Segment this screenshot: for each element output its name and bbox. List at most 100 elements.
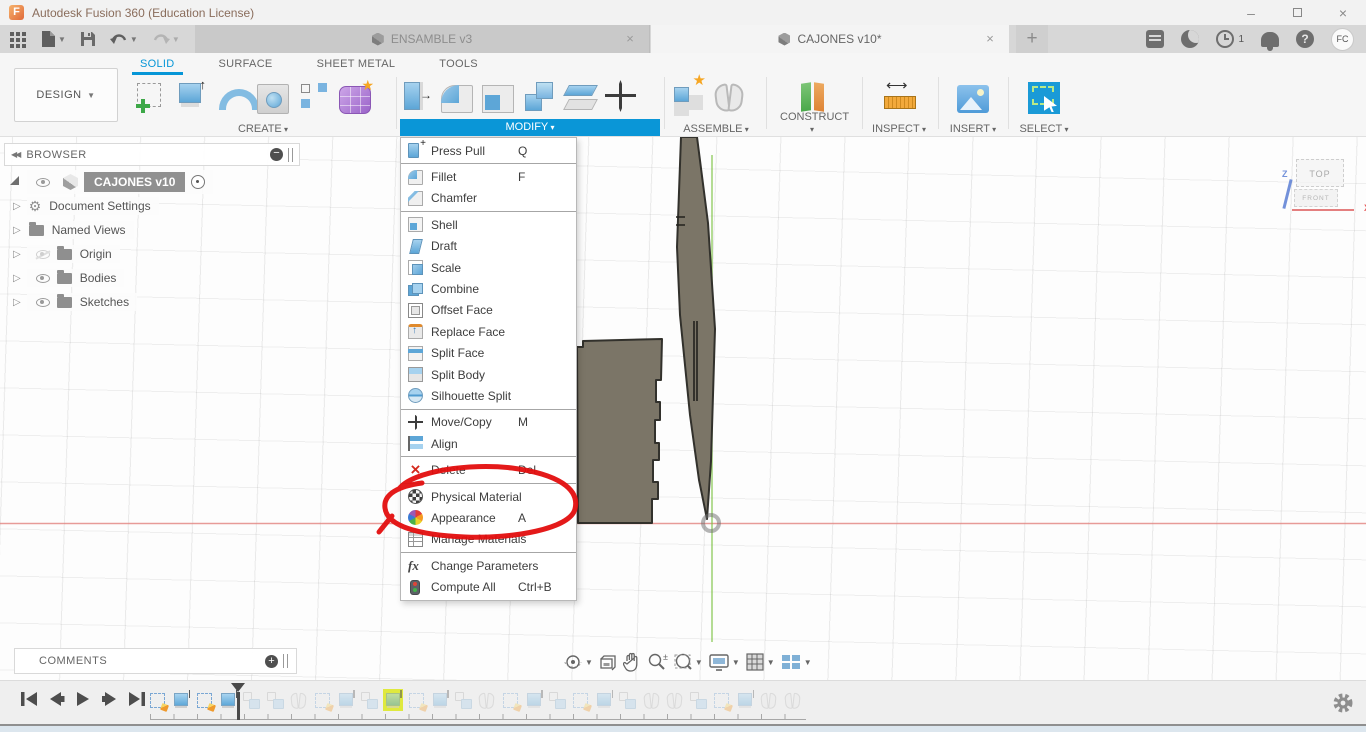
document-tab-cajones[interactable]: CAJONES v10* × — [651, 25, 1009, 53]
timeline-feature[interactable] — [266, 689, 286, 711]
tab-tools[interactable]: TOOLS — [439, 58, 478, 74]
collapsed-arrow-icon[interactable]: ▷ — [13, 273, 21, 284]
panel-grip[interactable] — [283, 654, 288, 668]
tab-sheet-metal[interactable]: SHEET METAL — [317, 58, 396, 74]
menu-item[interactable]: Chamfer — [401, 188, 576, 209]
construct-group-label[interactable]: CONSTRUCT — [780, 111, 849, 135]
inspect-group-label[interactable]: INSPECT — [868, 123, 930, 135]
tab-close-icon[interactable]: × — [983, 31, 997, 46]
body-drawer-panel[interactable] — [576, 338, 663, 524]
viewport-canvas[interactable]: TOP FRONT Z X ◀◀ BROWSER − CA — [0, 137, 1366, 680]
menu-item[interactable]: Fillet F — [401, 166, 576, 187]
display-settings-button[interactable]: ▼ — [708, 652, 740, 672]
hole-icon[interactable] — [257, 83, 289, 114]
tab-solid[interactable]: SOLID — [132, 58, 182, 75]
orbit-button[interactable]: ▼ — [563, 652, 593, 672]
view-cube-front-face[interactable]: FRONT — [1294, 189, 1338, 207]
tab-close-icon[interactable]: × — [623, 31, 637, 46]
new-tab-button[interactable]: + — [1016, 25, 1048, 53]
timeline-feature[interactable] — [736, 689, 756, 711]
workspace-switcher[interactable]: DESIGN ▼ — [14, 68, 118, 122]
browser-tree-row[interactable]: ▷ Bodies — [4, 266, 300, 290]
browser-tree-row[interactable]: ▷ Origin — [4, 242, 300, 266]
fillet-icon[interactable] — [441, 85, 473, 113]
timeline-feature[interactable] — [571, 689, 591, 711]
timeline-feature[interactable] — [665, 689, 685, 711]
root-component-name[interactable]: CAJONES v10 — [84, 172, 186, 192]
insert-group-label[interactable]: INSERT — [944, 123, 1002, 135]
go-to-start-button[interactable] — [20, 691, 38, 707]
collapse-panel-icon[interactable]: ◀◀ — [11, 150, 21, 159]
pan-button[interactable] — [622, 652, 641, 672]
restore-button[interactable] — [1274, 0, 1320, 25]
split-body-icon[interactable] — [564, 79, 596, 115]
menu-item[interactable]: Manage Materials — [401, 529, 576, 550]
timeline-feature[interactable] — [642, 689, 662, 711]
select-group-label[interactable]: SELECT — [1014, 123, 1074, 135]
collapsed-arrow-icon[interactable]: ▷ — [13, 201, 21, 212]
timeline-feature[interactable] — [148, 689, 168, 711]
undo-button[interactable]: ▼ — [109, 32, 138, 46]
combine-icon[interactable] — [523, 79, 555, 115]
browser-tree-row[interactable]: ▷ Named Views — [4, 218, 300, 242]
visibility-eye-icon[interactable] — [35, 249, 50, 259]
browser-header[interactable]: ◀◀ BROWSER − — [4, 143, 300, 166]
menu-item[interactable]: Appearance A — [401, 507, 576, 528]
joint-icon[interactable] — [713, 79, 745, 115]
timeline-feature[interactable] — [383, 689, 403, 711]
menu-item[interactable]: Press Pull Q — [401, 138, 576, 161]
timeline-settings-gear-icon[interactable] — [1332, 692, 1354, 714]
document-tab-ensamble[interactable]: ENSAMBLE v3 × — [195, 25, 650, 53]
save-button[interactable] — [80, 31, 96, 47]
avatar[interactable]: FC — [1331, 27, 1354, 51]
create-form-icon[interactable] — [339, 77, 374, 114]
timeline-feature[interactable] — [454, 689, 474, 711]
bell-icon[interactable] — [1261, 31, 1279, 51]
browser-tree-row[interactable]: ▷ ⚙ Document Settings — [4, 194, 300, 218]
menu-item[interactable]: Move/Copy M — [401, 412, 576, 433]
menu-item[interactable]: Draft — [401, 236, 576, 257]
construction-plane-icon[interactable] — [796, 79, 828, 115]
timeline-feature[interactable] — [595, 689, 615, 711]
timeline-feature[interactable] — [783, 689, 803, 711]
timeline-feature[interactable] — [712, 689, 732, 711]
timeline-feature[interactable] — [172, 689, 192, 711]
timeline-feature[interactable] — [195, 689, 215, 711]
menu-item[interactable]: Physical Material — [401, 486, 576, 507]
file-menu-button[interactable]: ▼ — [41, 30, 66, 48]
create-sketch-icon[interactable] — [134, 79, 166, 115]
notification-clock-icon[interactable] — [1216, 30, 1235, 48]
browser-tree-row[interactable]: ▷ Sketches — [4, 290, 300, 314]
timeline-feature[interactable] — [548, 689, 568, 711]
play-button[interactable] — [74, 691, 92, 707]
timeline-feature[interactable] — [313, 689, 333, 711]
app-grid-icon[interactable] — [9, 30, 27, 48]
assemble-group-label[interactable]: ASSEMBLE — [672, 123, 760, 135]
timeline-feature[interactable] — [336, 689, 356, 711]
menu-item[interactable]: Align — [401, 433, 576, 454]
zoom-button[interactable]: ± — [646, 652, 668, 672]
measure-icon[interactable] — [883, 76, 916, 115]
panel-grip[interactable] — [288, 147, 293, 162]
visibility-eye-icon[interactable] — [35, 273, 50, 283]
tree-node-label[interactable]: Origin — [80, 247, 112, 261]
pattern-icon[interactable] — [298, 79, 330, 115]
view-cube-top-face[interactable]: TOP — [1296, 159, 1344, 187]
new-component-icon[interactable] — [672, 71, 706, 115]
timeline-feature[interactable] — [759, 689, 779, 711]
menu-item[interactable]: Scale — [401, 257, 576, 278]
menu-item[interactable]: Delete Del — [401, 459, 576, 480]
menu-item[interactable]: Silhouette Split — [401, 385, 576, 406]
press-pull-icon[interactable] — [400, 79, 432, 115]
browser-root-row[interactable]: CAJONES v10 — [4, 170, 300, 194]
minimize-button[interactable]: – — [1228, 0, 1274, 25]
timeline-position-marker[interactable] — [231, 683, 245, 720]
activate-component-radio[interactable] — [191, 175, 206, 189]
expanded-arrow-icon[interactable] — [10, 175, 19, 185]
menu-item[interactable]: Split Body — [401, 364, 576, 385]
timeline-feature[interactable] — [689, 689, 709, 711]
go-to-end-button[interactable] — [128, 691, 146, 707]
menu-item[interactable]: Change Parameters — [401, 555, 576, 576]
menu-item[interactable]: Compute All Ctrl+B — [401, 576, 576, 597]
modify-group-label[interactable]: MODIFY — [400, 119, 660, 136]
